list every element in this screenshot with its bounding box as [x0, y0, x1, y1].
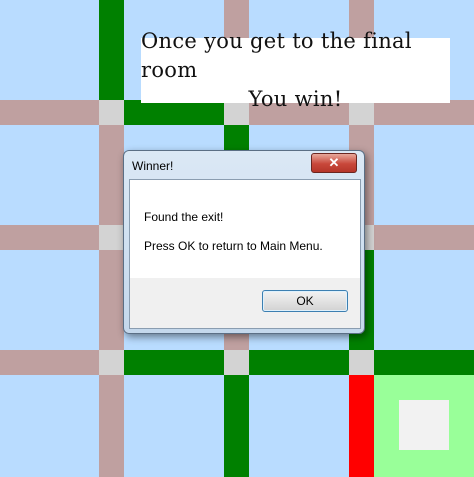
corridor-node — [224, 100, 249, 125]
corridor-node — [224, 350, 249, 375]
close-icon[interactable]: ✕ — [311, 153, 357, 173]
instruction-banner: Once you get to the final room You win! — [141, 29, 450, 111]
player-token — [399, 400, 449, 450]
banner-line-1: Once you get to the final room — [141, 29, 412, 82]
maze-wall — [124, 350, 224, 375]
corridor-node — [349, 100, 374, 125]
maze-wall — [224, 375, 249, 477]
dialog-client-area: Found the exit! Press OK to return to Ma… — [129, 179, 361, 329]
maze-wall — [124, 100, 224, 125]
corridor-node — [349, 350, 374, 375]
dialog-message: Found the exit! — [144, 210, 224, 224]
locked-door — [349, 375, 374, 477]
dialog-title: Winner! — [132, 159, 174, 173]
maze-wall — [374, 350, 474, 375]
dialog-instruction: Press OK to return to Main Menu. — [144, 239, 323, 253]
banner-line-2: You win! — [248, 87, 343, 111]
corridor-node — [99, 100, 124, 125]
maze-wall — [99, 0, 124, 100]
dialog-message-area: Found the exit! Press OK to return to Ma… — [130, 180, 360, 278]
corridor-node — [99, 350, 124, 375]
ok-button[interactable]: OK — [262, 290, 348, 312]
corridor-node — [99, 225, 124, 250]
maze-wall — [249, 350, 349, 375]
winner-dialog: Winner! ✕ Found the exit! Press OK to re… — [123, 150, 365, 334]
